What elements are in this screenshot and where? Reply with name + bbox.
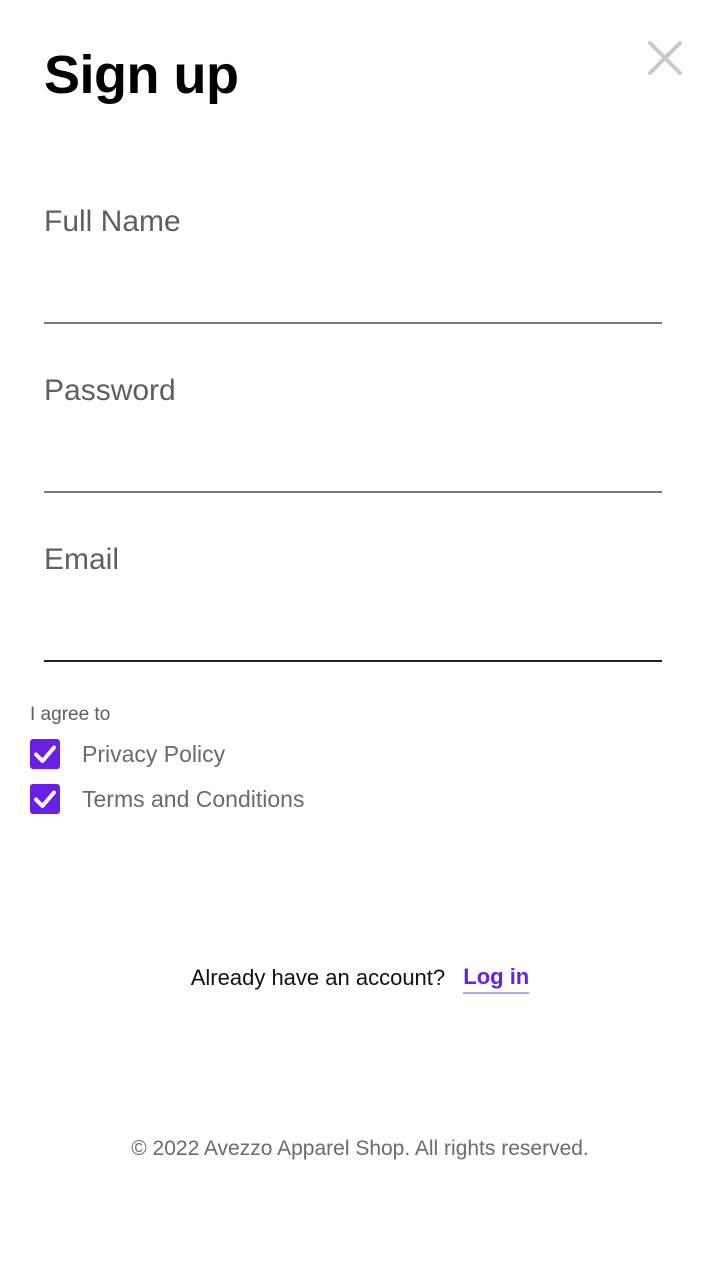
agreement-heading: I agree to [30,704,111,725]
privacy-policy-label: Privacy Policy [82,741,226,767]
password-label: Password [44,374,176,407]
email-label: Email [44,543,120,576]
close-icon [643,36,687,80]
full-name-label: Full Name [44,205,181,238]
full-name-input[interactable] [44,254,662,324]
privacy-policy-checkbox-row[interactable]: Privacy Policy [30,739,225,769]
password-input[interactable] [44,423,662,493]
privacy-policy-checkbox[interactable] [30,739,60,769]
terms-label: Terms and Conditions [82,786,305,812]
terms-checkbox-row[interactable]: Terms and Conditions [30,784,304,814]
signup-screen: Sign up Full Name Password Email I agree… [0,0,720,1280]
login-prompt-text: Already have an account? [190,965,446,991]
login-prompt-row: Already have an account? Log in [0,960,720,995]
checkmark-icon [34,745,56,763]
page-title: Sign up [44,45,239,105]
footer-copyright: © 2022 Avezzo Apparel Shop. All rights r… [131,1137,589,1160]
checkmark-icon [34,790,56,808]
close-button[interactable] [643,36,687,80]
login-link[interactable]: Log in [463,962,530,995]
email-input[interactable] [44,592,662,662]
terms-checkbox[interactable] [30,784,60,814]
